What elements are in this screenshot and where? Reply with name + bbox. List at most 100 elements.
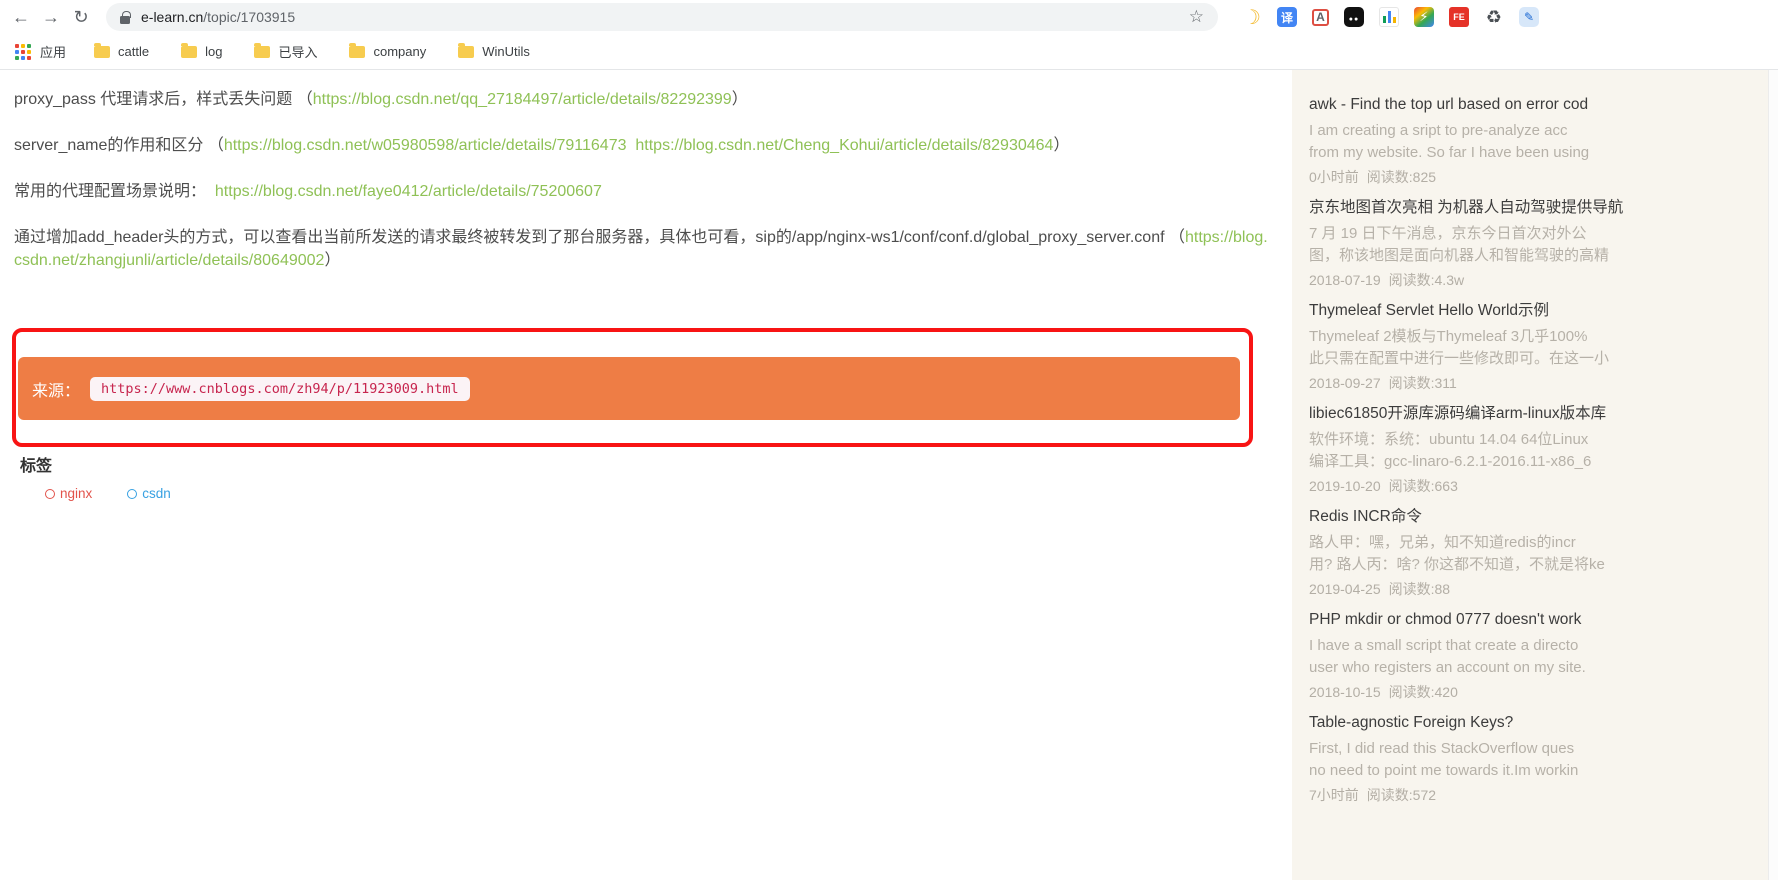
bookmark-folder[interactable]: cattle <box>94 44 149 59</box>
lock-icon <box>120 16 130 24</box>
pen-extension-icon[interactable]: ✎ <box>1519 7 1539 27</box>
apps-grid-icon <box>15 44 31 60</box>
excerpt-line-1: 7 月 19 日下午消息，京东今日首次对外公 <box>1309 223 1768 245</box>
fe-extension-icon[interactable]: FE <box>1449 7 1469 27</box>
excerpt-line-2: from my website. So far I have been usin… <box>1309 142 1768 164</box>
related-article-item: libiec61850开源库源码编译arm-linux版本库 软件环境：系统：u… <box>1309 403 1768 496</box>
related-article-excerpt: Thymeleaf 2模板与Thymeleaf 3几乎100% 此只需在配置中进… <box>1309 326 1768 370</box>
related-article-excerpt: 软件环境：系统：ubuntu 14.04 64位Linux 编译工具：gcc-l… <box>1309 429 1768 473</box>
related-article-date: 7小时前 <box>1309 787 1359 803</box>
moon-extension-icon[interactable]: ☽ <box>1242 7 1262 27</box>
excerpt-line-2: 编译工具：gcc-linaro-6.2.1-2016.11-x86_6 <box>1309 451 1768 473</box>
related-article-date: 0小时前 <box>1309 169 1359 185</box>
article-link[interactable]: https://blog.csdn.net/faye0412/article/d… <box>215 183 602 200</box>
related-article-reads: 阅读数:311 <box>1389 375 1457 391</box>
related-article-reads: 阅读数:825 <box>1367 169 1436 185</box>
source-label: 来源： <box>32 377 80 401</box>
related-article-title[interactable]: Redis INCR命令 <box>1309 506 1768 527</box>
apps-shortcut[interactable]: 应用 <box>12 42 66 61</box>
bookmark-folder-label: cattle <box>118 44 149 59</box>
related-article-title[interactable]: Thymeleaf Servlet Hello World示例 <box>1309 300 1768 321</box>
bookmark-folders: cattle log 已导入 company WinUtils <box>94 42 562 61</box>
tag-nginx[interactable]: nginx <box>45 486 92 501</box>
related-article-reads: 阅读数:420 <box>1389 684 1458 700</box>
folder-icon <box>181 46 197 58</box>
a-frame-extension-icon[interactable]: A <box>1312 9 1329 26</box>
browser-toolbar: ← → ↻ e-learn.cn/topic/1703915 ☆ ☽ 译A ⚡ FE ♻… <box>0 0 1778 34</box>
article-link[interactable]: https://blog.csdn.net/Cheng_Kohui/articl… <box>635 137 1053 154</box>
translate-extension-icon[interactable]: 译 <box>1277 7 1297 27</box>
excerpt-line-1: 路人甲：嘿，兄弟，知不知道redis的incr <box>1309 532 1768 554</box>
related-article-item: Thymeleaf Servlet Hello World示例 Thymelea… <box>1309 300 1768 393</box>
bookmark-folder-label: WinUtils <box>482 44 530 59</box>
lightning-extension-icon[interactable]: ⚡ <box>1414 7 1434 27</box>
excerpt-line-2: no need to point me towards it.Im workin <box>1309 760 1768 782</box>
url-text: e-learn.cn/topic/1703915 <box>141 9 1179 25</box>
recycle-extension-icon[interactable]: ♻ <box>1484 7 1504 27</box>
text-run: 通过增加add_header头的方式，可以查看出当前所发送的请求最终被转发到了那… <box>14 229 1185 246</box>
article-link[interactable]: https://blog.csdn.net/w05980598/article/… <box>224 137 627 154</box>
related-article-title[interactable]: awk - Find the top url based on error co… <box>1309 94 1768 115</box>
folder-icon <box>349 46 365 58</box>
text-run: proxy_pass 代理请求后，样式丢失问题 （ <box>14 91 313 108</box>
related-article-meta: 2019-04-25阅读数:88 <box>1309 580 1768 599</box>
related-article-meta: 2018-10-15阅读数:420 <box>1309 683 1768 702</box>
article-content: proxy_pass 代理请求后，样式丢失问题 （https://blog.cs… <box>0 70 1292 880</box>
text-run: 常用的代理配置场景说明： <box>14 183 215 200</box>
folder-icon <box>458 46 474 58</box>
related-article-excerpt: First, I did read this StackOverflow que… <box>1309 738 1768 782</box>
related-article-meta: 0小时前阅读数:825 <box>1309 168 1768 187</box>
tag-ring-icon <box>127 489 137 499</box>
related-article-item: PHP mkdir or chmod 0777 doesn't work I h… <box>1309 609 1768 702</box>
bookmark-folder[interactable]: 已导入 <box>254 42 317 61</box>
bookmark-folder[interactable]: company <box>349 44 426 59</box>
tags-heading: 标签 <box>20 452 1292 476</box>
tag-csdn[interactable]: csdn <box>127 486 171 501</box>
chart-extension-icon[interactable] <box>1379 7 1399 27</box>
article-paragraphs: proxy_pass 代理请求后，样式丢失问题 （https://blog.cs… <box>14 88 1292 272</box>
bookmark-star-icon[interactable]: ☆ <box>1189 7 1204 27</box>
related-article-title[interactable]: libiec61850开源库源码编译arm-linux版本库 <box>1309 403 1768 424</box>
tag-label: nginx <box>60 486 92 501</box>
related-article-reads: 阅读数:4.3w <box>1389 272 1464 288</box>
apps-label: 应用 <box>40 42 66 61</box>
excerpt-line-2: 图，称该地图是面向机器人和智能驾驶的高精 <box>1309 245 1768 267</box>
article-paragraph: 通过增加add_header头的方式，可以查看出当前所发送的请求最终被转发到了那… <box>14 226 1268 272</box>
related-article-reads: 阅读数:663 <box>1389 478 1458 494</box>
article-link[interactable]: https://blog.csdn.net/qq_27184497/articl… <box>313 91 732 108</box>
excerpt-line-1: First, I did read this StackOverflow que… <box>1309 738 1768 760</box>
forward-icon[interactable]: → <box>36 2 66 32</box>
related-article-date: 2018-09-27 <box>1309 375 1381 391</box>
extension-icons-row: ☽ 译A ⚡ FE ♻ ✎ <box>1242 7 1539 27</box>
folder-icon <box>254 46 270 58</box>
related-article-meta: 2019-10-20阅读数:663 <box>1309 477 1768 496</box>
excerpt-line-2: user who registers an account on my site… <box>1309 657 1768 679</box>
related-article-title[interactable]: 京东地图首次亮相 为机器人自动驾驶提供导航 <box>1309 197 1768 218</box>
related-article-excerpt: 路人甲：嘿，兄弟，知不知道redis的incr 用? 路人丙：啥? 你这都不知道… <box>1309 532 1768 576</box>
excerpt-line-1: 软件环境：系统：ubuntu 14.04 64位Linux <box>1309 429 1768 451</box>
related-article-date: 2018-07-19 <box>1309 272 1381 288</box>
related-article-title[interactable]: Table-agnostic Foreign Keys? <box>1309 712 1768 733</box>
back-icon[interactable]: ← <box>6 2 36 32</box>
related-article-reads: 阅读数:572 <box>1367 787 1436 803</box>
folder-icon <box>94 46 110 58</box>
reload-icon[interactable]: ↻ <box>66 2 96 32</box>
text-run: ） <box>1053 137 1069 154</box>
text-run: ） <box>324 252 340 269</box>
source-callout-wrapper: 来源： https://www.cnblogs.com/zh94/p/11923… <box>18 357 1240 420</box>
scrollbar[interactable] <box>1768 70 1778 880</box>
address-bar[interactable]: e-learn.cn/topic/1703915 ☆ <box>106 3 1218 31</box>
related-article-reads: 阅读数:88 <box>1389 581 1450 597</box>
bookmark-folder[interactable]: log <box>181 44 222 59</box>
article-paragraph: proxy_pass 代理请求后，样式丢失问题 （https://blog.cs… <box>14 88 1268 111</box>
article-paragraph: server_name的作用和区分 （https://blog.csdn.net… <box>14 134 1268 157</box>
related-article-title[interactable]: PHP mkdir or chmod 0777 doesn't work <box>1309 609 1768 630</box>
dark-owl-extension-icon[interactable] <box>1344 7 1364 27</box>
related-article-item: awk - Find the top url based on error co… <box>1309 94 1768 187</box>
tag-ring-icon <box>45 489 55 499</box>
article-paragraph: 常用的代理配置场景说明： https://blog.csdn.net/faye0… <box>14 180 1268 203</box>
related-article-excerpt: 7 月 19 日下午消息，京东今日首次对外公 图，称该地图是面向机器人和智能驾驶… <box>1309 223 1768 267</box>
bookmarks-bar: 应用 cattle log 已导入 company WinUtils <box>0 34 1778 70</box>
related-article-item: Redis INCR命令 路人甲：嘿，兄弟，知不知道redis的incr 用? … <box>1309 506 1768 599</box>
bookmark-folder[interactable]: WinUtils <box>458 44 530 59</box>
